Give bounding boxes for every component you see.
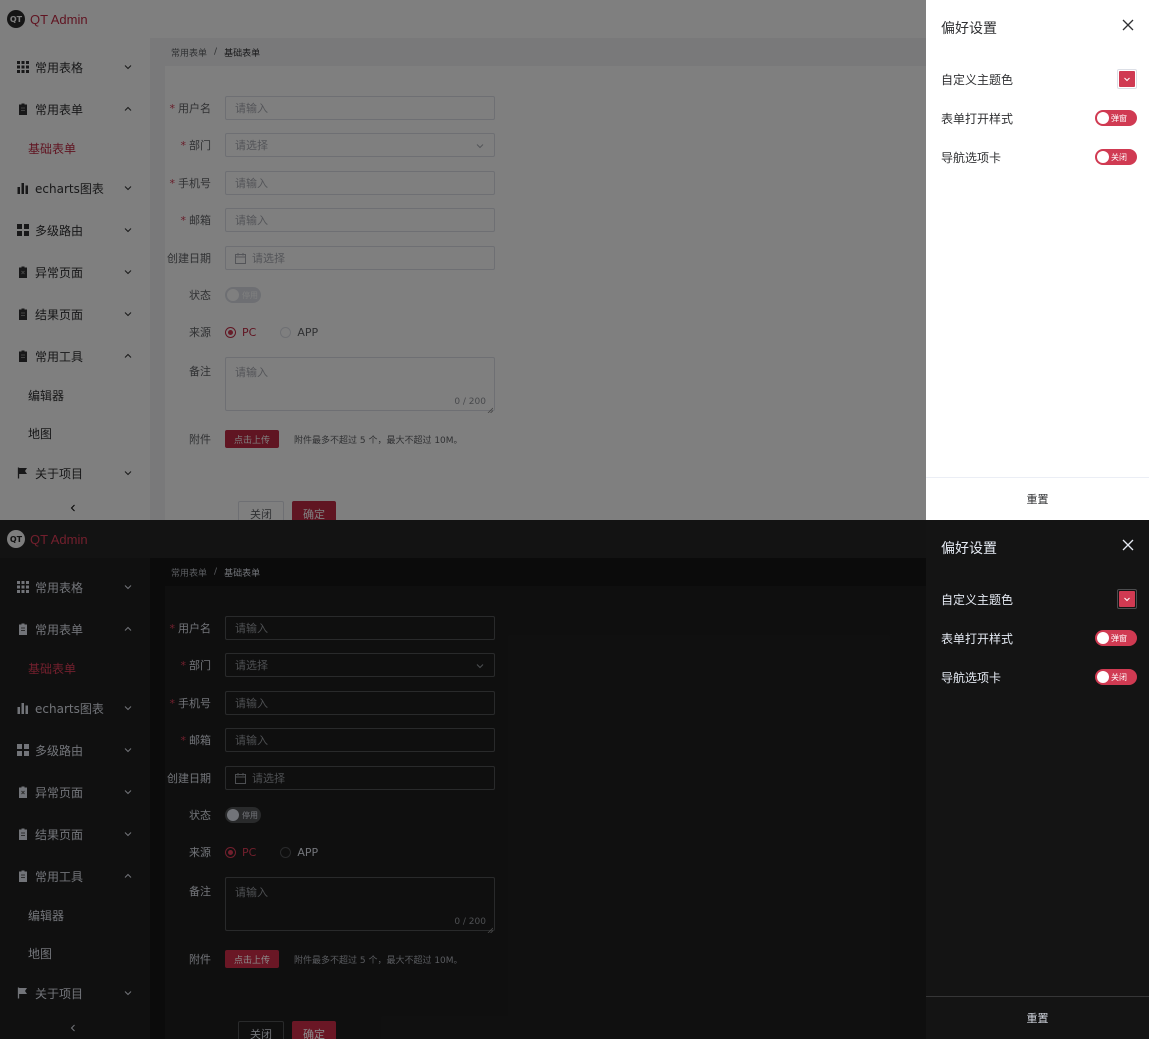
- nav-tabs-label: 导航选项卡: [941, 150, 1002, 165]
- form-style-row: 表单打开样式 弹窗: [941, 107, 1137, 129]
- app-shell: QT QT Admin 常用表格 常用表单 基础表单 echarts图表: [0, 0, 926, 520]
- form-style-row: 表单打开样式 弹窗: [941, 627, 1137, 649]
- nav-tabs-row: 导航选项卡 关闭: [941, 666, 1137, 688]
- form-style-switch[interactable]: 弹窗: [1095, 110, 1137, 126]
- app-shell: QT QT Admin 常用表格 常用表单 基础表单 echarts图表: [0, 520, 926, 1039]
- theme-color-label: 自定义主题色: [941, 72, 1014, 87]
- theme-color-picker[interactable]: [1117, 589, 1137, 609]
- form-style-label: 表单打开样式: [941, 111, 1014, 126]
- switch-text: 关闭: [1111, 152, 1127, 162]
- nav-tabs-switch[interactable]: 关闭: [1095, 669, 1137, 685]
- drawer-title: 偏好设置: [941, 541, 997, 557]
- close-icon[interactable]: [1122, 539, 1134, 551]
- switch-knob: [1097, 112, 1109, 124]
- switch-text: 弹窗: [1111, 113, 1127, 123]
- switch-knob: [1097, 151, 1109, 163]
- form-style-label: 表单打开样式: [941, 631, 1014, 646]
- dark-theme-panel: QT QT Admin 常用表格 常用表单 基础表单 echarts图表 多级路…: [0, 520, 1149, 1039]
- preferences-drawer: 偏好设置 自定义主题色 表单打开样式 弹窗 导航选项卡 关闭 重置: [926, 520, 1149, 1039]
- theme-color-row: 自定义主题色: [941, 68, 1137, 90]
- theme-color-label: 自定义主题色: [941, 592, 1014, 607]
- drawer-overlay[interactable]: [0, 0, 926, 520]
- switch-knob: [1097, 671, 1109, 683]
- form-style-switch[interactable]: 弹窗: [1095, 630, 1137, 646]
- switch-knob: [1097, 632, 1109, 644]
- drawer-footer: 重置: [926, 996, 1149, 1039]
- drawer-overlay[interactable]: [0, 520, 926, 1039]
- color-swatch: [1119, 71, 1135, 87]
- switch-text: 关闭: [1111, 672, 1127, 682]
- reset-button[interactable]: 重置: [1027, 1010, 1049, 1026]
- reset-button[interactable]: 重置: [1027, 491, 1049, 507]
- theme-color-picker[interactable]: [1117, 69, 1137, 89]
- light-theme-panel: QT QT Admin 常用表格 常用表单 基础表单 echarts图表: [0, 0, 1149, 520]
- drawer-title: 偏好设置: [941, 21, 997, 37]
- nav-tabs-switch[interactable]: 关闭: [1095, 149, 1137, 165]
- color-swatch: [1119, 591, 1135, 607]
- nav-tabs-label: 导航选项卡: [941, 670, 1002, 685]
- theme-color-row: 自定义主题色: [941, 588, 1137, 610]
- nav-tabs-row: 导航选项卡 关闭: [941, 146, 1137, 168]
- preferences-drawer: 偏好设置 自定义主题色 表单打开样式 弹窗 导航选项卡 关闭 重置: [926, 0, 1149, 520]
- close-icon[interactable]: [1122, 19, 1134, 31]
- switch-text: 弹窗: [1111, 633, 1127, 643]
- drawer-footer: 重置: [926, 477, 1149, 520]
